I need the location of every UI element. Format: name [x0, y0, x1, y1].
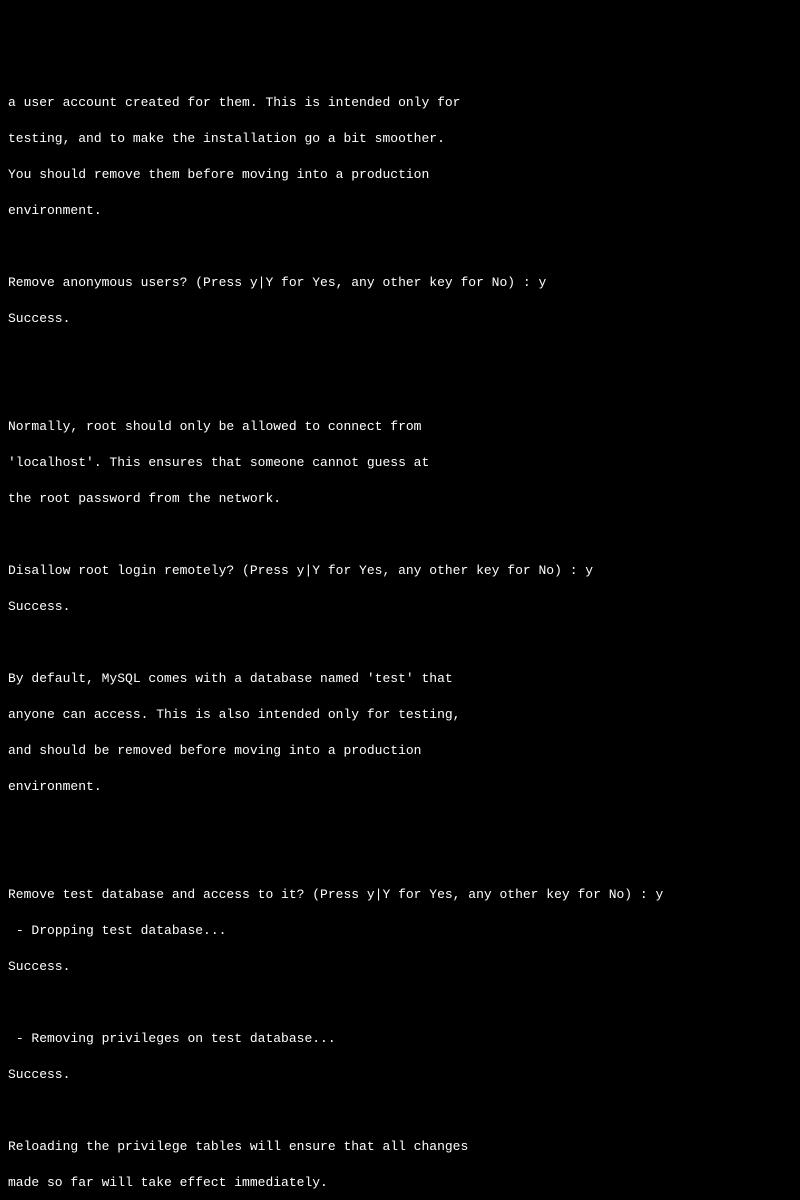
output-line: and should be removed before moving into…	[8, 742, 792, 760]
output-line: the root password from the network.	[8, 490, 792, 508]
output-line: testing, and to make the installation go…	[8, 130, 792, 148]
output-line: environment.	[8, 778, 792, 796]
output-line	[8, 850, 792, 868]
output-line: By default, MySQL comes with a database …	[8, 670, 792, 688]
prompt-question: Remove test database and access to it? (…	[8, 886, 792, 904]
output-line: a user account created for them. This is…	[8, 94, 792, 112]
output-success: Success.	[8, 958, 792, 976]
output-line	[8, 238, 792, 256]
output-line	[8, 526, 792, 544]
output-line: environment.	[8, 202, 792, 220]
output-line: 'localhost'. This ensures that someone c…	[8, 454, 792, 472]
output-line: - Dropping test database...	[8, 922, 792, 940]
output-success: Success.	[8, 598, 792, 616]
output-success: Success.	[8, 310, 792, 328]
prompt-question: Remove anonymous users? (Press y|Y for Y…	[8, 274, 792, 292]
terminal-output[interactable]: a user account created for them. This is…	[8, 76, 792, 668]
output-line: - Removing privileges on test database..…	[8, 1030, 792, 1048]
output-line: Reloading the privilege tables will ensu…	[8, 1138, 792, 1156]
output-line	[8, 994, 792, 1012]
output-line: anyone can access. This is also intended…	[8, 706, 792, 724]
output-line	[8, 346, 792, 364]
output-success: Success.	[8, 1066, 792, 1084]
prompt-question: Disallow root login remotely? (Press y|Y…	[8, 562, 792, 580]
output-line: Normally, root should only be allowed to…	[8, 418, 792, 436]
output-line: You should remove them before moving int…	[8, 166, 792, 184]
output-line	[8, 814, 792, 832]
output-line	[8, 1102, 792, 1120]
output-line	[8, 382, 792, 400]
output-line	[8, 634, 792, 652]
output-line: made so far will take effect immediately…	[8, 1174, 792, 1192]
